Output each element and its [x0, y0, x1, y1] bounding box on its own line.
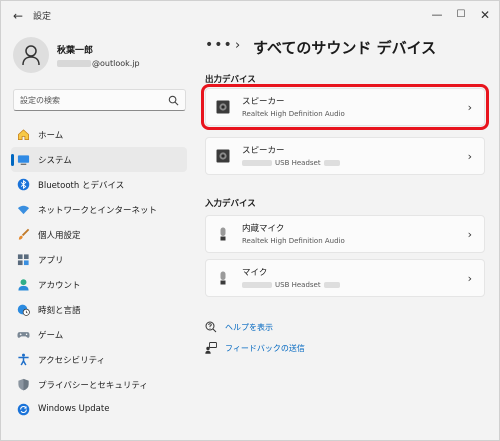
help-link-text[interactable]: ヘルプを表示	[225, 322, 273, 333]
app-title: 設定	[33, 12, 52, 22]
chevron-right-icon: ›	[467, 101, 472, 114]
sidebar-item-label: プライバシーとセキュリティ	[38, 381, 148, 391]
output-device-speaker-realtek[interactable]: スピーカー Realtek High Definition Audio ›	[201, 84, 489, 130]
close-button[interactable]: ✕	[475, 6, 495, 24]
person-icon	[22, 45, 40, 66]
microphone-icon	[220, 271, 226, 285]
settings-window: ← 設定 — ☐ ✕ 秋葉一郎 @outlook.jp ホーム	[0, 0, 500, 441]
input-device-builtin-mic[interactable]: 内蔵マイク Realtek High Definition Audio ›	[205, 215, 485, 253]
apps-icon	[17, 254, 29, 266]
device-driver-text: USB Headset	[275, 159, 321, 167]
sidebar-item-home[interactable]: ホーム	[11, 122, 187, 147]
feedback-link-text[interactable]: フィードバックの送信	[225, 343, 305, 354]
shield-icon	[18, 378, 29, 391]
microphone-icon	[220, 227, 226, 241]
bluetooth-icon	[17, 178, 30, 191]
sidebar-item-label: ホーム	[38, 131, 64, 141]
output-device-speaker-usb[interactable]: スピーカー USB Headset ›	[205, 137, 485, 175]
sidebar-item-gaming[interactable]: ゲーム	[11, 322, 187, 347]
sidebar-item-system[interactable]: システム	[11, 147, 187, 172]
sidebar-item-accounts[interactable]: アカウント	[11, 272, 187, 297]
breadcrumb-separator: ›	[235, 38, 241, 53]
sidebar-item-label: システム	[38, 156, 72, 166]
input-section-title: 入力デバイス	[205, 199, 256, 209]
email-domain: @outlook.jp	[92, 59, 140, 68]
redacted	[242, 160, 272, 166]
sidebar-item-label: ネットワークとインターネット	[38, 206, 158, 216]
search-box[interactable]	[13, 89, 186, 111]
user-profile[interactable]: 秋葉一郎 @outlook.jp	[11, 37, 191, 77]
device-driver: USB Headset	[242, 159, 340, 167]
device-name: マイク	[242, 268, 268, 278]
sidebar-item-apps[interactable]: アプリ	[11, 247, 187, 272]
sidebar-item-label: アカウント	[38, 281, 81, 291]
sidebar-item-label: アプリ	[38, 256, 64, 266]
chevron-right-icon: ›	[467, 228, 472, 241]
help-icon	[205, 321, 217, 333]
minimize-button[interactable]: —	[427, 6, 447, 24]
gamepad-icon	[17, 332, 30, 338]
device-name: スピーカー	[242, 97, 285, 107]
user-email: @outlook.jp	[57, 59, 140, 68]
output-section-title: 出力デバイス	[205, 75, 256, 85]
sidebar-item-bluetooth[interactable]: Bluetooth とデバイス	[11, 172, 187, 197]
sidebar-item-label: ゲーム	[38, 331, 64, 341]
title-bar: ← 設定 — ☐ ✕	[1, 1, 500, 31]
device-driver-text: USB Headset	[275, 281, 321, 289]
back-button[interactable]: ←	[9, 7, 27, 25]
speaker-icon	[216, 100, 230, 114]
breadcrumb-more-button[interactable]: •••	[205, 37, 233, 53]
home-icon	[18, 129, 29, 140]
update-icon	[17, 403, 30, 416]
search-input[interactable]	[20, 93, 160, 108]
brush-icon	[18, 228, 30, 240]
chevron-right-icon: ›	[467, 150, 472, 163]
chevron-right-icon: ›	[467, 272, 472, 285]
active-indicator	[11, 154, 14, 166]
avatar	[13, 37, 49, 73]
sidebar-item-network[interactable]: ネットワークとインターネット	[11, 197, 187, 222]
sidebar-item-time-language[interactable]: 時刻と言語	[11, 297, 187, 322]
sidebar-item-label: Windows Update	[38, 404, 110, 414]
sidebar-item-windows-update[interactable]: Windows Update	[11, 397, 187, 422]
sidebar-item-personalization[interactable]: 個人用設定	[11, 222, 187, 247]
sidebar-item-accessibility[interactable]: アクセシビリティ	[11, 347, 187, 372]
email-redacted	[57, 60, 91, 67]
accessibility-icon	[18, 353, 29, 366]
device-driver: Realtek High Definition Audio	[242, 237, 345, 245]
device-driver: Realtek High Definition Audio	[242, 110, 345, 118]
redacted	[242, 282, 272, 288]
sidebar-item-label: 個人用設定	[38, 231, 81, 241]
speaker-icon	[216, 149, 230, 163]
search-icon[interactable]	[168, 95, 179, 106]
sidebar-item-label: 時刻と言語	[38, 306, 81, 316]
sidebar-item-label: Bluetooth とデバイス	[38, 181, 125, 191]
system-icon	[17, 155, 30, 165]
maximize-button[interactable]: ☐	[451, 6, 471, 24]
wifi-icon	[17, 205, 30, 215]
page-title: すべてのサウンド デバイス	[253, 39, 437, 57]
feedback-icon	[205, 342, 217, 354]
device-name: 内蔵マイク	[242, 224, 285, 234]
user-name: 秋葉一郎	[57, 46, 94, 56]
device-driver: USB Headset	[242, 281, 340, 289]
account-icon	[18, 279, 29, 291]
sidebar-nav: ホーム システム Bluetooth とデバイス ネットワークとインターネット	[11, 122, 187, 422]
redacted	[323, 282, 340, 288]
device-name: スピーカー	[242, 146, 285, 156]
redacted	[323, 160, 340, 166]
sidebar-item-privacy[interactable]: プライバシーとセキュリティ	[11, 372, 187, 397]
globe-clock-icon	[17, 304, 30, 316]
sidebar-item-label: アクセシビリティ	[38, 356, 106, 366]
input-device-usb-mic[interactable]: マイク USB Headset ›	[205, 259, 485, 297]
